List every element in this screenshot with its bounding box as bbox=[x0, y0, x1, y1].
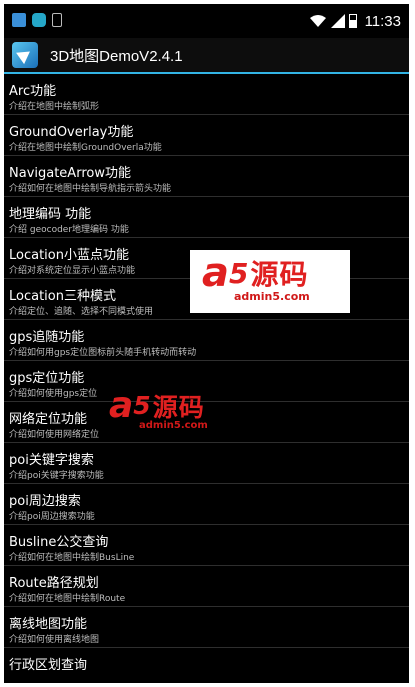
list-item-title: NavigateArrow功能 bbox=[9, 166, 131, 181]
list-item-title: poi周边搜索 bbox=[9, 494, 81, 509]
list-item-desc: 介绍poi周边搜索功能 bbox=[9, 512, 95, 522]
watermark-logo: a 5 源码 admin5.com bbox=[105, 385, 245, 443]
list-item-groundoverlay[interactable]: GroundOverlay功能 介绍在地图中绘制GroundOverla功能 bbox=[4, 115, 409, 156]
demo-list: Arc功能 介绍在地图中绘制弧形 GroundOverlay功能 介绍在地图中绘… bbox=[4, 74, 409, 683]
list-item-desc: 介绍在地图中绘制GroundOverla功能 bbox=[9, 143, 162, 153]
phone-screen: 11:33 3D地图DemoV2.4.1 Arc功能 介绍在地图中绘制弧形 Gr… bbox=[4, 4, 409, 683]
status-bar: 11:33 bbox=[4, 4, 409, 38]
list-item-desc: 介绍如何用gps定位图标前头随手机转动而转动 bbox=[9, 348, 197, 358]
battery-icon bbox=[348, 14, 357, 28]
list-item-title: GroundOverlay功能 bbox=[9, 125, 134, 140]
app-title: 3D地图DemoV2.4.1 bbox=[50, 47, 183, 65]
wifi-icon bbox=[309, 15, 326, 27]
list-item-geocoder[interactable]: 地理编码 功能 介绍 geocoder地理编码 功能 bbox=[4, 197, 409, 238]
list-item-gps-follow[interactable]: gps追随功能 介绍如何用gps定位图标前头随手机转动而转动 bbox=[4, 320, 409, 361]
list-item-title: gps追随功能 bbox=[9, 330, 85, 345]
list-item-poi-around[interactable]: poi周边搜索 介绍poi周边搜索功能 bbox=[4, 484, 409, 525]
list-item-desc: 介绍poi关键字搜索功能 bbox=[9, 471, 104, 481]
notification-icons bbox=[12, 13, 62, 29]
list-item-busline[interactable]: Busline公交查询 介绍如何在地图中绘制BusLine bbox=[4, 525, 409, 566]
list-item-title: Location小蓝点功能 bbox=[9, 248, 129, 263]
list-item-desc: 介绍对系统定位显示小蓝点功能 bbox=[9, 266, 136, 276]
watermark-text: 源码 bbox=[152, 392, 205, 422]
list-item-title: poi关键字搜索 bbox=[9, 453, 94, 468]
app-logo-icon[interactable] bbox=[12, 42, 38, 68]
list-item-desc: 介绍在地图中绘制弧形 bbox=[9, 102, 100, 112]
system-icons: 11:33 bbox=[309, 12, 401, 30]
signal-icon bbox=[330, 14, 345, 28]
watermark-five: 5 bbox=[133, 391, 151, 420]
watermark-url: admin5.com bbox=[234, 290, 310, 303]
list-item-title: gps定位功能 bbox=[9, 371, 85, 386]
list-item-title: Location三种模式 bbox=[9, 289, 116, 304]
sd-card-icon bbox=[52, 13, 62, 27]
list-item-arc[interactable]: Arc功能 介绍在地图中绘制弧形 bbox=[4, 74, 409, 115]
list-item-desc: 介绍如何使用gps定位 bbox=[9, 389, 98, 399]
watermark-text: 源码 bbox=[250, 258, 309, 291]
watermark-url: admin5.com bbox=[139, 420, 208, 431]
list-item-title: Route路径规划 bbox=[9, 576, 99, 591]
clock: 11:33 bbox=[364, 12, 401, 30]
list-item-desc: 介绍如何在地图中绘制BusLine bbox=[9, 553, 135, 563]
watermark-a: a bbox=[202, 250, 229, 296]
list-item-title: 网络定位功能 bbox=[9, 412, 88, 427]
list-item-title: 地理编码 功能 bbox=[9, 207, 92, 222]
watermark-five: 5 bbox=[229, 256, 249, 290]
list-item-title: 行政区划查询 bbox=[9, 658, 88, 673]
list-item-route[interactable]: Route路径规划 介绍如何在地图中绘制Route bbox=[4, 566, 409, 607]
list-item-title: Busline公交查询 bbox=[9, 535, 109, 550]
list-item-title: Arc功能 bbox=[9, 84, 57, 99]
list-item-desc: 介绍如何使用离线地图 bbox=[9, 635, 100, 645]
app-notification-icon bbox=[32, 13, 46, 27]
list-item-navigatearrow[interactable]: NavigateArrow功能 介绍如何在地图中绘制导航指示箭头功能 bbox=[4, 156, 409, 197]
list-item-desc: 介绍 geocoder地理编码 功能 bbox=[9, 225, 129, 235]
watermark-a: a bbox=[109, 385, 134, 426]
list-item-district[interactable]: 行政区划查询 bbox=[4, 648, 409, 683]
list-item-desc: 介绍定位、追随、选择不同模式使用 bbox=[9, 307, 154, 317]
list-item-desc: 介绍如何使用网络定位 bbox=[9, 430, 100, 440]
watermark-logo: a 5 源码 admin5.com bbox=[190, 250, 350, 313]
action-bar: 3D地图DemoV2.4.1 bbox=[4, 38, 409, 72]
list-item-desc: 介绍如何在地图中绘制导航指示箭头功能 bbox=[9, 184, 172, 194]
list-item-offline-map[interactable]: 离线地图功能 介绍如何使用离线地图 bbox=[4, 607, 409, 648]
list-item-poi-keyword[interactable]: poi关键字搜索 介绍poi关键字搜索功能 bbox=[4, 443, 409, 484]
message-icon bbox=[12, 13, 26, 27]
list-item-title: 离线地图功能 bbox=[9, 617, 88, 632]
list-item-desc: 介绍如何在地图中绘制Route bbox=[9, 594, 126, 604]
